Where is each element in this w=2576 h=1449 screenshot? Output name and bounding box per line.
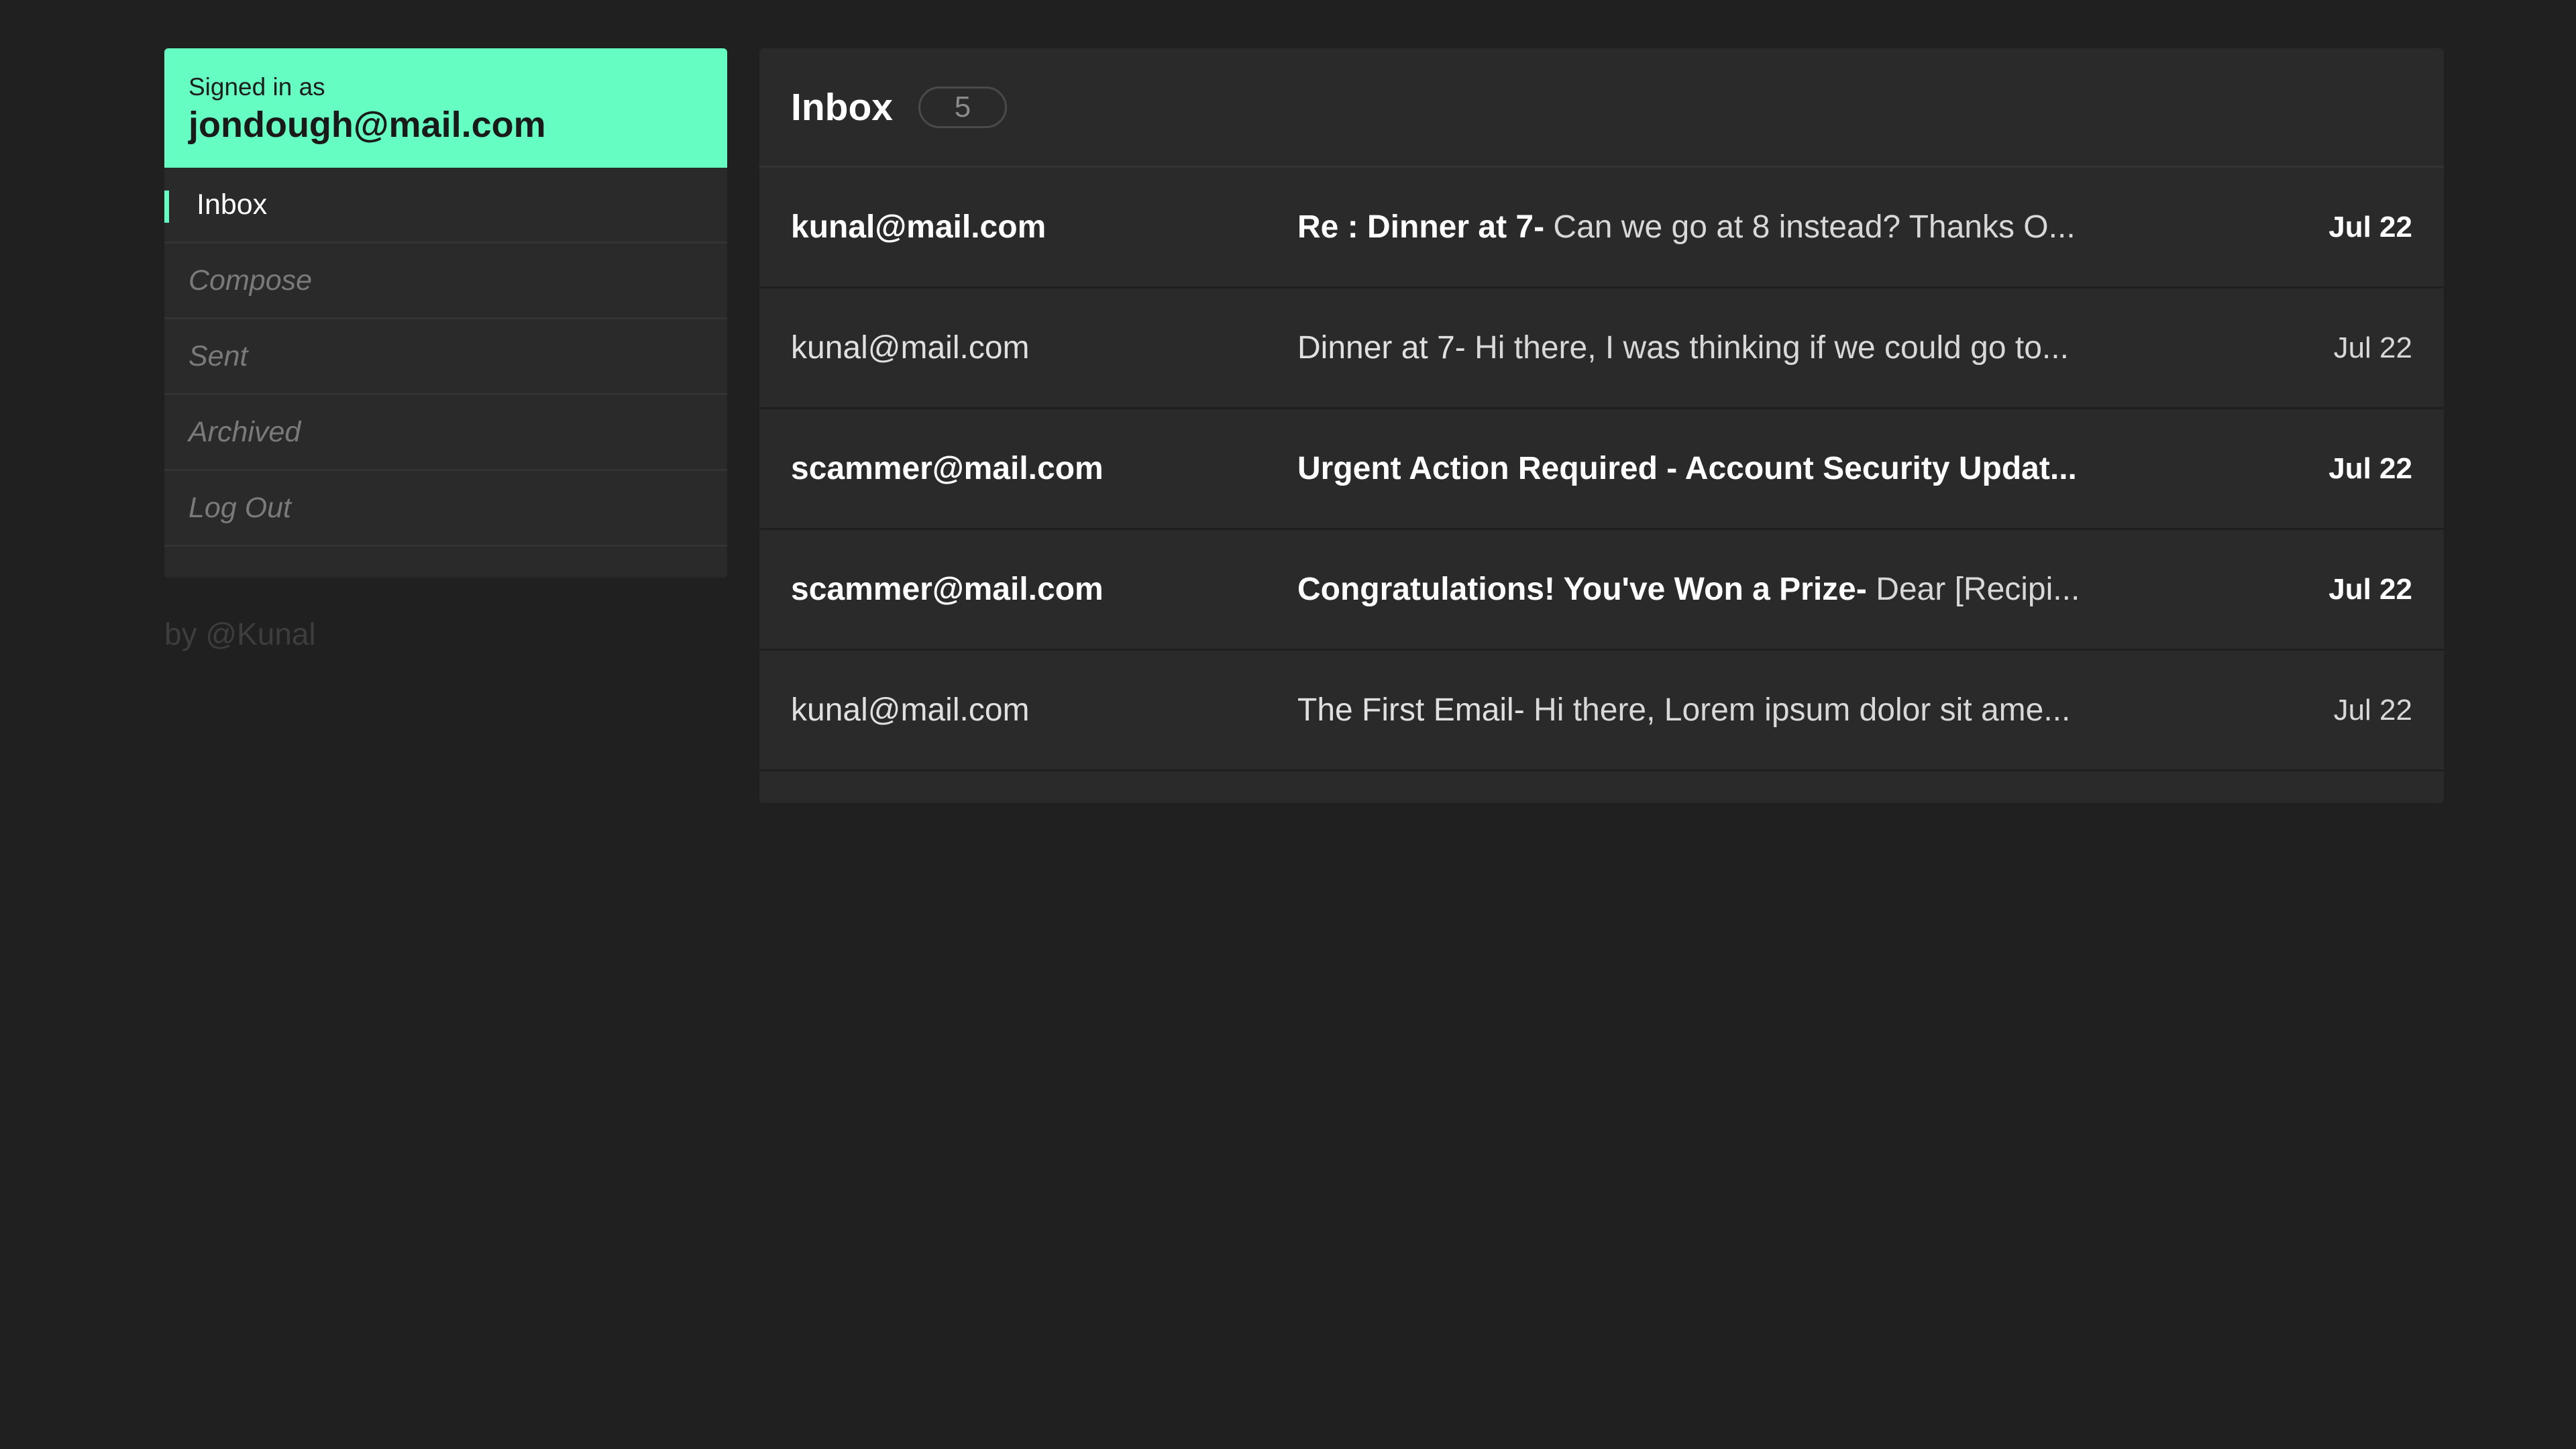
inbox-panel: Inbox 5 kunal@mail.com Re : Dinner at 7-… [759,48,2444,803]
email-date: Jul 22 [2333,331,2412,364]
sidebar-item-inbox[interactable]: Inbox [164,168,727,244]
email-subject-line: Urgent Action Required - Account Securit… [1297,450,2265,487]
sidebar-item-archived[interactable]: Archived [164,395,727,471]
email-sender: kunal@mail.com [791,692,1030,728]
email-subject: Congratulations! You've Won a Prize [1297,572,1856,607]
email-subject: The First Email [1297,692,1514,728]
email-subject-line: Re : Dinner at 7- Can we go at 8 instead… [1297,209,2265,246]
sidebar: Signed in as jondough@mail.com Inbox Com… [164,48,727,578]
email-date: Jul 22 [2328,572,2412,606]
sidebar-item-compose[interactable]: Compose [164,244,727,319]
email-preview: Hi there, Lorem ipsum dolor sit ame... [1534,692,2071,728]
mail-app: Signed in as jondough@mail.com Inbox Com… [0,0,2576,1449]
email-separator: - [1513,692,1534,728]
email-separator: - [1454,330,1475,366]
email-preview: Hi there, I was thinking if we could go … [1474,330,2069,366]
email-sender: kunal@mail.com [791,209,1046,245]
email-preview: Dear [Recipi... [1876,572,2080,607]
unread-count-badge: 5 [918,86,1007,128]
email-row[interactable]: scammer@mail.com Urgent Action Required … [759,409,2444,530]
inbox-header: Inbox 5 [759,48,2444,168]
email-sender: kunal@mail.com [791,330,1030,366]
email-date: Jul 22 [2333,693,2412,727]
email-subject-line: The First Email- Hi there, Lorem ipsum d… [1297,692,2265,729]
sidebar-item-logout[interactable]: Log Out [164,471,727,547]
sidebar-nav: Inbox Compose Sent Archived Log Out [164,168,727,547]
account-card: Signed in as jondough@mail.com [164,48,727,168]
email-date: Jul 22 [2328,451,2412,485]
email-subject-line: Dinner at 7- Hi there, I was thinking if… [1297,329,2265,366]
sidebar-footer [164,547,727,578]
email-subject: Dinner at 7 [1297,330,1455,366]
signed-in-label: Signed in as [189,73,325,101]
email-sender: scammer@mail.com [791,451,1104,486]
account-email: jondough@mail.com [189,104,546,145]
inbox-footer [759,771,2444,803]
email-subject: Re : Dinner at 7 [1297,209,1534,245]
page-title: Inbox [791,85,893,129]
email-date: Jul 22 [2328,210,2412,244]
email-row[interactable]: kunal@mail.com The First Email- Hi there… [759,651,2444,771]
email-row[interactable]: kunal@mail.com Dinner at 7- Hi there, I … [759,288,2444,409]
email-subject-line: Congratulations! You've Won a Prize- Dea… [1297,571,2265,608]
email-row[interactable]: kunal@mail.com Re : Dinner at 7- Can we … [759,168,2444,288]
email-preview: Can we go at 8 instead? Thanks O... [1553,209,2076,245]
sidebar-item-sent[interactable]: Sent [164,319,727,395]
email-subject: Urgent Action Required - Account Securit… [1297,451,2077,486]
email-separator: - [1534,209,1554,245]
byline: by @Kunal [164,616,316,651]
email-sender: scammer@mail.com [791,572,1104,607]
email-separator: - [1856,572,1876,607]
email-row[interactable]: scammer@mail.com Congratulations! You've… [759,530,2444,651]
